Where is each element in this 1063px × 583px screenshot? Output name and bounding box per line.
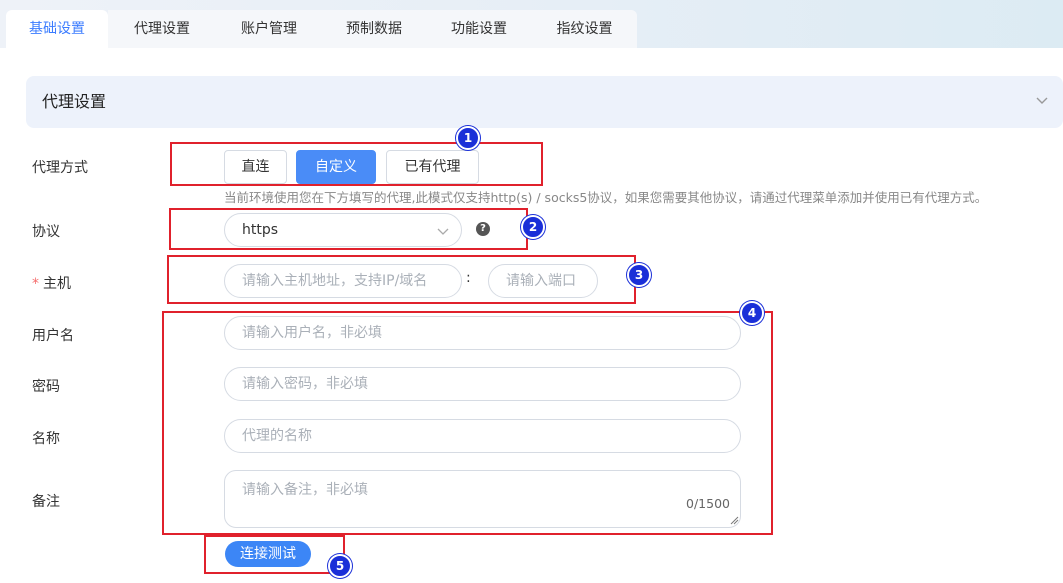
tab-proxy-settings[interactable]: 代理设置 [108, 10, 216, 48]
annotation-box-2 [169, 208, 528, 250]
proxy-mode-label: 代理方式 [32, 160, 88, 176]
tab-basic-settings[interactable]: 基础设置 [6, 10, 108, 48]
tab-preset-data[interactable]: 预制数据 [322, 10, 426, 48]
host-label-text: 主机 [43, 276, 71, 292]
annotation-box-5 [204, 535, 345, 574]
proxy-section-header[interactable]: 代理设置 [26, 76, 1063, 128]
chevron-down-icon[interactable] [1035, 93, 1049, 107]
password-label: 密码 [32, 379, 60, 395]
section-title: 代理设置 [42, 92, 107, 111]
required-mark: * [32, 276, 39, 292]
remark-label: 备注 [32, 494, 60, 510]
tab-bar: 基础设置 代理设置 账户管理 预制数据 功能设置 指纹设置 [0, 0, 1063, 48]
annotation-marker-2: 2 [521, 215, 545, 239]
annotation-marker-1: 1 [456, 126, 480, 150]
protocol-label: 协议 [32, 224, 60, 240]
tab-fingerprint-settings[interactable]: 指纹设置 [532, 10, 637, 48]
annotation-marker-5: 5 [328, 554, 352, 578]
proxy-mode-hint: 当前环境使用您在下方填写的代理,此模式仅支持http(s) / socks5协议… [224, 190, 988, 205]
tab-feature-settings[interactable]: 功能设置 [426, 10, 532, 48]
annotation-box-4 [162, 311, 773, 535]
name-label: 名称 [32, 431, 60, 447]
annotation-marker-3: 3 [627, 263, 651, 287]
annotation-box-3 [167, 255, 636, 304]
username-label: 用户名 [32, 328, 74, 344]
annotation-marker-4: 4 [740, 301, 764, 325]
host-label: * 主机 [32, 273, 71, 293]
annotation-box-1 [170, 142, 543, 186]
tab-account-management[interactable]: 账户管理 [216, 10, 322, 48]
